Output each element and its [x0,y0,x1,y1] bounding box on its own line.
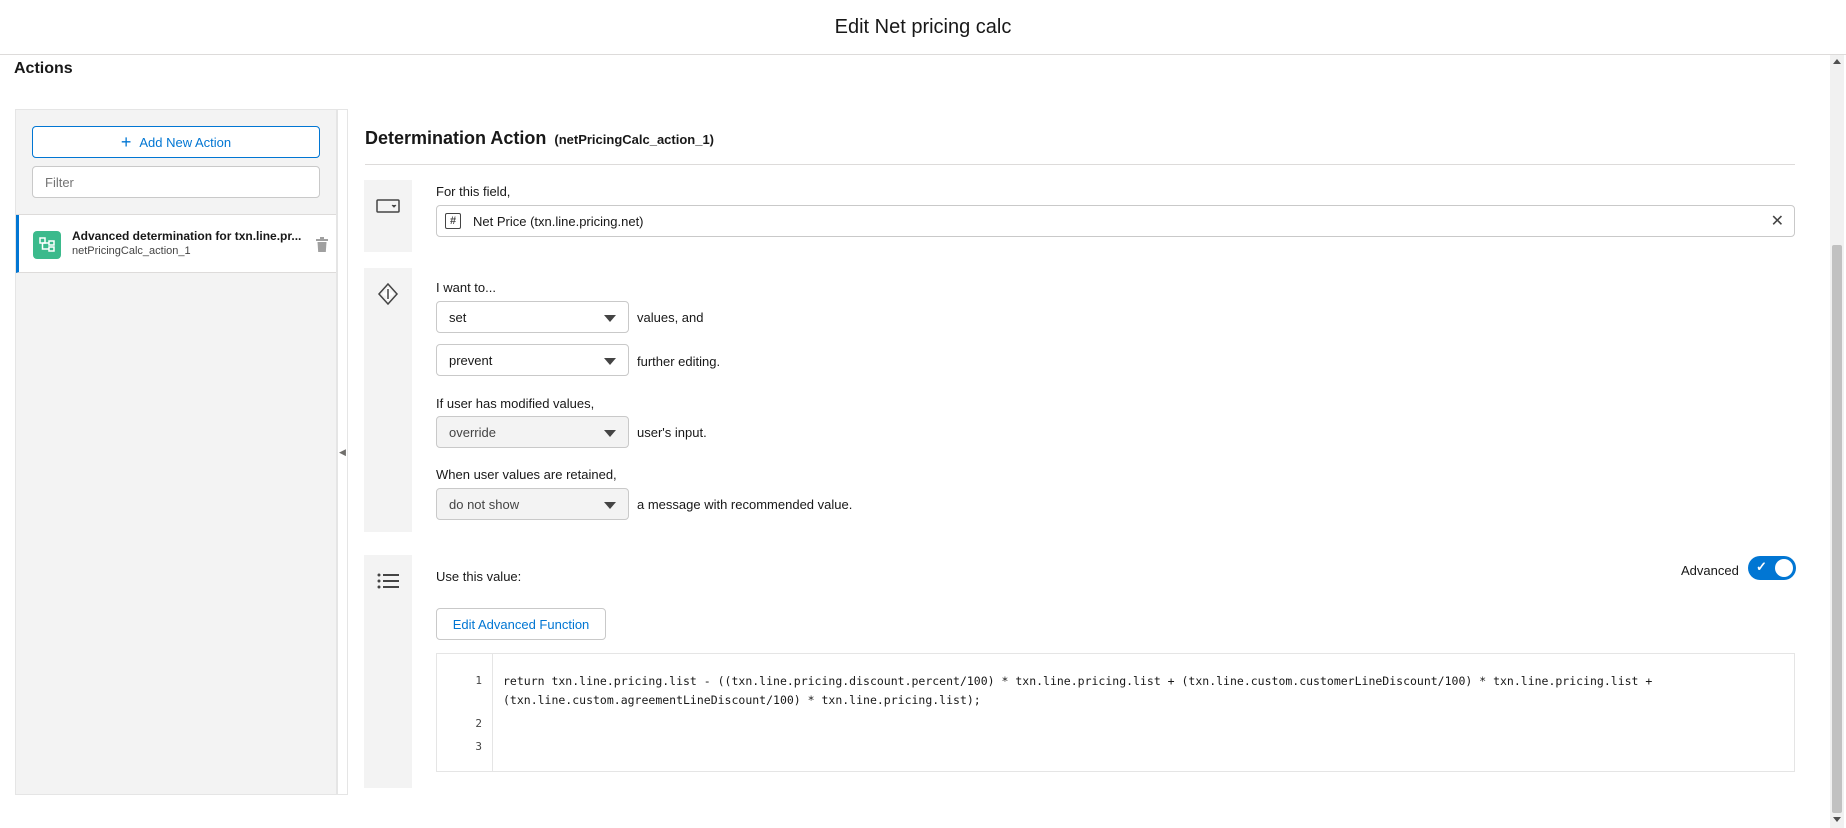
picklist-field-icon [376,194,400,218]
trash-icon[interactable] [315,237,329,253]
target-field-combobox[interactable]: # Net Price (txn.line.pricing.net) ✕ [436,205,1795,237]
actions-sidebar: + Add New Action Advanced determination … [15,109,337,795]
line-number: 3 [475,740,482,753]
page-scrollbar[interactable] [1830,55,1844,828]
check-icon: ✓ [1756,559,1767,574]
add-new-action-label: Add New Action [139,134,232,150]
edit-select-value: prevent [449,352,493,368]
action-item-title: Advanced determination for txn.line.pr..… [72,229,302,243]
line-number: 2 [475,717,482,730]
advanced-toggle[interactable]: ✓ [1748,556,1796,580]
advanced-toggle-label: Advanced [1681,563,1739,578]
filter-input[interactable] [32,166,320,198]
value-section-label: Use this value: [436,569,522,584]
heading-divider [365,164,1795,165]
edit-advanced-function-button[interactable]: Edit Advanced Function [436,608,606,640]
code-line-1: return txn.line.pricing.list - ((txn.lin… [503,674,1660,707]
modified-values-label: If user has modified values, [436,396,595,411]
collapse-sidebar-handle[interactable]: ◀ [337,109,348,795]
override-select[interactable]: override [436,416,629,448]
chevron-left-icon: ◀ [339,446,346,457]
behavior-section-rail [364,268,412,532]
action-suffix: values, and [637,310,704,325]
close-icon[interactable]: ✕ [1771,211,1784,231]
field-section-label: For this field, [436,184,511,199]
field-section-rail [364,180,412,252]
decision-icon [376,282,400,306]
override-suffix: user's input. [637,425,707,440]
override-select-value: override [449,424,496,440]
retained-values-label: When user values are retained, [436,467,617,482]
scrollbar-thumb[interactable] [1832,245,1842,813]
chevron-down-icon [604,430,616,437]
number-icon: # [445,213,461,229]
actions-section-title: Actions [14,60,73,77]
message-select[interactable]: do not show [436,488,629,520]
flow-icon [33,231,61,259]
message-select-value: do not show [449,496,520,512]
chevron-down-icon [604,358,616,365]
action-api-name: (netPricingCalc_action_1) [554,132,715,147]
plus-icon: + [120,132,132,152]
add-new-action-button[interactable]: + Add New Action [32,126,320,158]
target-field-value: Net Price (txn.line.pricing.net) [473,214,644,229]
action-heading: Determination Action (netPricingCalc_act… [365,128,714,149]
value-section-rail [364,555,412,788]
action-select[interactable]: set [436,301,629,333]
code-gutter: 1 2 3 [437,654,493,771]
behavior-section-label: I want to... [436,280,496,295]
page-title: Edit Net pricing calc [834,15,1012,38]
action-item-subtitle: netPricingCalc_action_1 [72,245,191,257]
code-editor[interactable]: 1 2 3 return txn.line.pricing.list - ((t… [436,653,1795,772]
scroll-down-icon[interactable] [1833,817,1841,822]
modal-header: Edit Net pricing calc [0,0,1846,55]
action-select-value: set [449,309,467,325]
chevron-down-icon [604,315,616,322]
edit-select[interactable]: prevent [436,344,629,376]
chevron-down-icon [604,502,616,509]
list-icon [376,569,400,593]
message-suffix: a message with recommended value. [637,497,853,512]
toggle-knob [1775,559,1793,577]
action-type-title: Determination Action [365,128,547,148]
scroll-up-icon[interactable] [1833,59,1841,64]
edit-suffix: further editing. [637,354,721,369]
action-list-item[interactable]: Advanced determination for txn.line.pr..… [16,215,336,273]
line-number: 1 [475,674,482,687]
